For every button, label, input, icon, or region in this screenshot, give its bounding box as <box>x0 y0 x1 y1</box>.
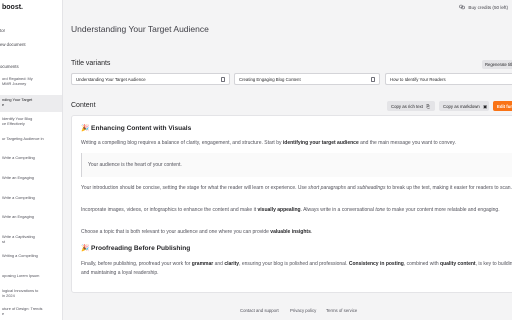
content-paragraph: Incorporate images, videos, or infograph… <box>81 207 500 213</box>
sidebar-document-item[interactable]: Identify Your Blog ce Effectively <box>0 116 62 126</box>
sidebar-document-item[interactable]: Writing a Compelling <box>0 253 62 258</box>
sidebar-document-item[interactable]: logical Innovations to in 2024 <box>0 288 62 298</box>
title-variant-option[interactable]: Understanding Your Target Audience <box>71 73 230 85</box>
title-variants-heading: Title variants <box>71 60 111 67</box>
sidebar-document-item[interactable]: ur Targeting Audience in <box>0 136 62 141</box>
top-bar: Buy credits (50 left) <box>63 0 512 15</box>
title-variant-option[interactable]: How to Identify Your Readers <box>385 73 512 85</box>
footer-terms-link[interactable]: Terms of service <box>326 308 357 313</box>
sidebar: boost. tor ew document ocuments ord Rega… <box>0 0 63 320</box>
copy-icon[interactable] <box>371 77 375 82</box>
markdown-icon: ▣ <box>482 103 488 109</box>
content-heading: Content <box>71 102 96 109</box>
content-heading-1: 🎉 Enhancing Content with Visuals <box>81 125 192 132</box>
edit-further-button[interactable]: Edit further <box>493 101 512 111</box>
content-blockquote: Your audience is the heart of your conte… <box>81 153 512 177</box>
sidebar-document-item[interactable]: Write an Engaging <box>0 214 62 219</box>
sidebar-document-item[interactable]: oposing Lorem Ipsum <box>0 273 62 278</box>
content-paragraph: Writing a compelling blog requires a bal… <box>81 140 456 146</box>
buy-credits-button[interactable]: Buy credits (50 left) <box>459 4 508 11</box>
content-paragraph: Finally, before publishing, proofread yo… <box>81 261 512 276</box>
copy-rich-text-button[interactable]: Copy as rich text ⎘ <box>387 101 435 111</box>
copy-markdown-button[interactable]: Copy as markdown ▣ <box>439 101 489 111</box>
sidebar-tutorial[interactable]: tor <box>0 28 5 33</box>
title-variant-option[interactable]: Creating Engaging Blog Content <box>234 73 380 85</box>
content-heading-2: 🎉 Proofreading Before Publishing <box>81 245 191 252</box>
documents-heading: ocuments <box>0 64 19 69</box>
regenerate-title-button[interactable]: Regenerate title <box>482 60 512 69</box>
sidebar-document-item[interactable]: Write an Engaging <box>0 175 62 180</box>
footer-privacy-link[interactable]: Privacy policy <box>290 308 316 313</box>
sidebar-document-item[interactable]: uture of Design: Trends e <box>0 306 62 316</box>
footer-contact-link[interactable]: Contact and support <box>240 308 279 313</box>
new-document-button[interactable]: ew document <box>0 42 26 47</box>
sidebar-document-item-active[interactable]: nding Your Target e <box>0 95 62 112</box>
sidebar-document-item[interactable]: Write a Compelling <box>0 195 62 200</box>
app-logo[interactable]: boost. <box>2 4 23 11</box>
page-title: Understanding Your Target Audience <box>71 24 209 34</box>
copy-icon[interactable] <box>221 77 225 82</box>
credits-icon <box>459 4 466 11</box>
content-paragraph: Choose a topic that is both relevant to … <box>81 229 313 235</box>
sidebar-document-item[interactable]: Write a Captivating st <box>0 234 62 244</box>
sidebar-document-item[interactable]: Write a Compelling <box>0 155 62 160</box>
sidebar-document-item[interactable]: ord Regained: My MMR Journey <box>0 76 62 86</box>
rich-text-icon: ⎘ <box>426 103 430 109</box>
content-paragraph: Your introduction should be concise, set… <box>81 185 512 191</box>
credits-label: Buy credits (50 left) <box>468 5 508 10</box>
